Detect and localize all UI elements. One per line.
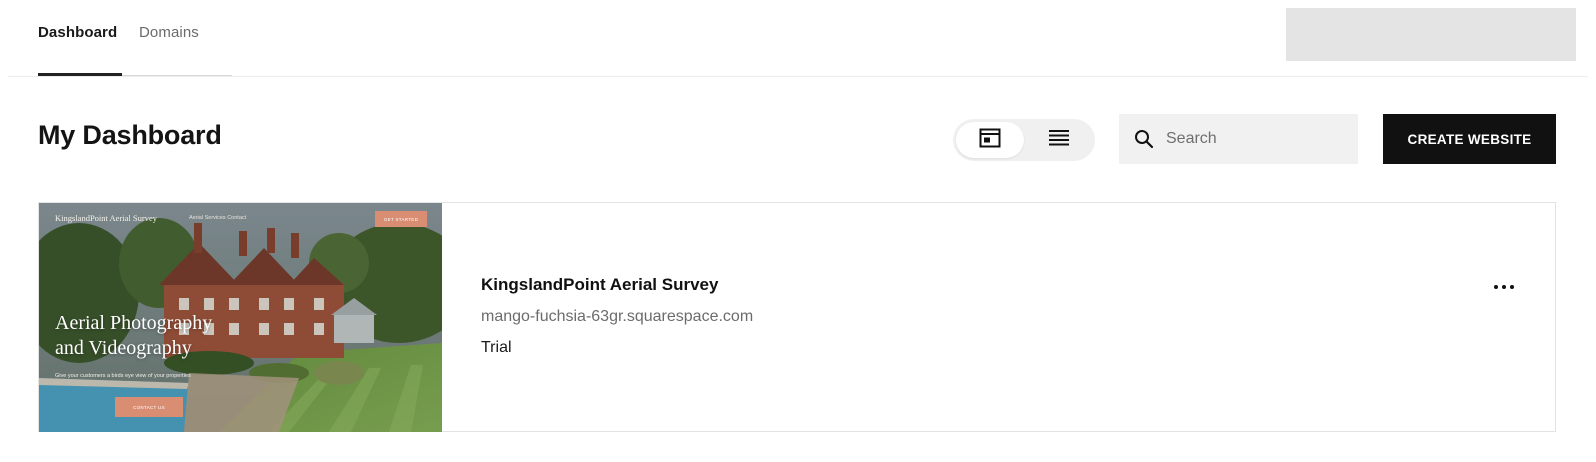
grid-view-icon: [979, 128, 1001, 153]
search-icon: [1134, 129, 1154, 149]
tab-divider: [122, 75, 232, 76]
grid-view-button[interactable]: [956, 122, 1024, 158]
more-options-button[interactable]: [1487, 275, 1521, 299]
site-card[interactable]: KingslandPoint Aerial Survey Aerial Serv…: [38, 202, 1556, 432]
page-title: My Dashboard: [38, 120, 222, 150]
account-placeholder: [1286, 8, 1576, 61]
list-view-icon: [1049, 129, 1069, 152]
create-website-button[interactable]: CREATE WEBSITE: [1383, 114, 1556, 164]
site-thumbnail[interactable]: KingslandPoint Aerial Survey Aerial Serv…: [39, 203, 442, 432]
tab-dashboard[interactable]: Dashboard: [38, 24, 117, 41]
thumbnail-subtitle: Give your customers a birds eye view of …: [55, 373, 191, 379]
site-status: Trial: [481, 339, 512, 356]
more-options-icon: [1494, 285, 1498, 289]
site-url[interactable]: mango-fuchsia-63gr.squarespace.com: [481, 308, 753, 326]
thumbnail-nav-links: Aerial Services Contact: [189, 215, 247, 221]
tab-domains[interactable]: Domains: [139, 24, 199, 41]
thumbnail-button: CONTACT US: [115, 397, 183, 417]
active-tab-indicator: [38, 73, 122, 76]
site-name[interactable]: KingslandPoint Aerial Survey: [481, 275, 718, 295]
top-nav: Dashboard Domains: [8, 0, 1588, 77]
search-input[interactable]: [1166, 130, 1346, 148]
search-box[interactable]: [1119, 114, 1358, 164]
thumbnail-site-title: KingslandPoint Aerial Survey: [55, 213, 157, 223]
view-toggle: [953, 119, 1095, 161]
thumbnail-cta: GET STARTED: [375, 211, 427, 227]
list-view-button[interactable]: [1025, 122, 1093, 158]
thumbnail-heading: Aerial Photography and Videography: [55, 312, 213, 359]
